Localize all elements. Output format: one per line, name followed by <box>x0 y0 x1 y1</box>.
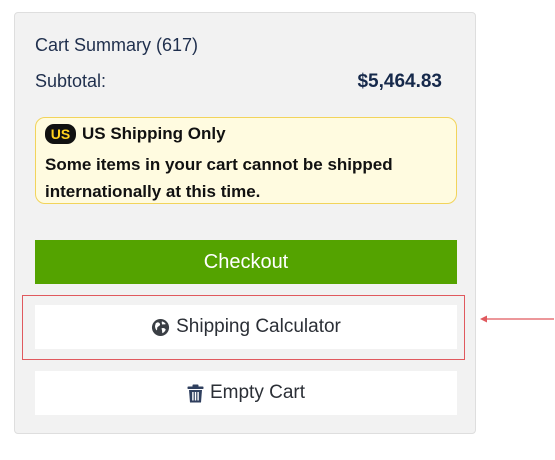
cart-summary-title: Cart Summary (617) <box>35 35 199 55</box>
shipping-notice: US US Shipping Only Some items in your c… <box>35 117 457 204</box>
shipping-notice-heading: US Shipping Only <box>82 124 226 143</box>
subtotal-label: Subtotal: <box>35 71 107 91</box>
shipping-notice-heading-row: US US Shipping Only <box>45 124 447 144</box>
shipping-notice-message: Some items in your cart cannot be shippe… <box>45 155 393 201</box>
shipping-calculator-button[interactable]: Shipping Calculator <box>35 305 457 349</box>
annotation-arrow-icon <box>480 315 554 323</box>
empty-cart-button[interactable]: Empty Cart <box>35 371 457 415</box>
shipping-calculator-label: Shipping Calculator <box>176 316 341 337</box>
us-badge-icon: US <box>45 124 76 144</box>
globe-icon <box>151 318 170 337</box>
checkout-button-label: Checkout <box>203 250 289 273</box>
checkout-button[interactable]: Checkout <box>35 240 457 284</box>
trash-icon <box>187 384 204 403</box>
empty-cart-label: Empty Cart <box>209 382 306 403</box>
cart-summary-panel: Cart Summary (617) Subtotal: $5,464.83 U… <box>14 12 476 434</box>
subtotal-value: $5,464.83 <box>357 71 442 92</box>
